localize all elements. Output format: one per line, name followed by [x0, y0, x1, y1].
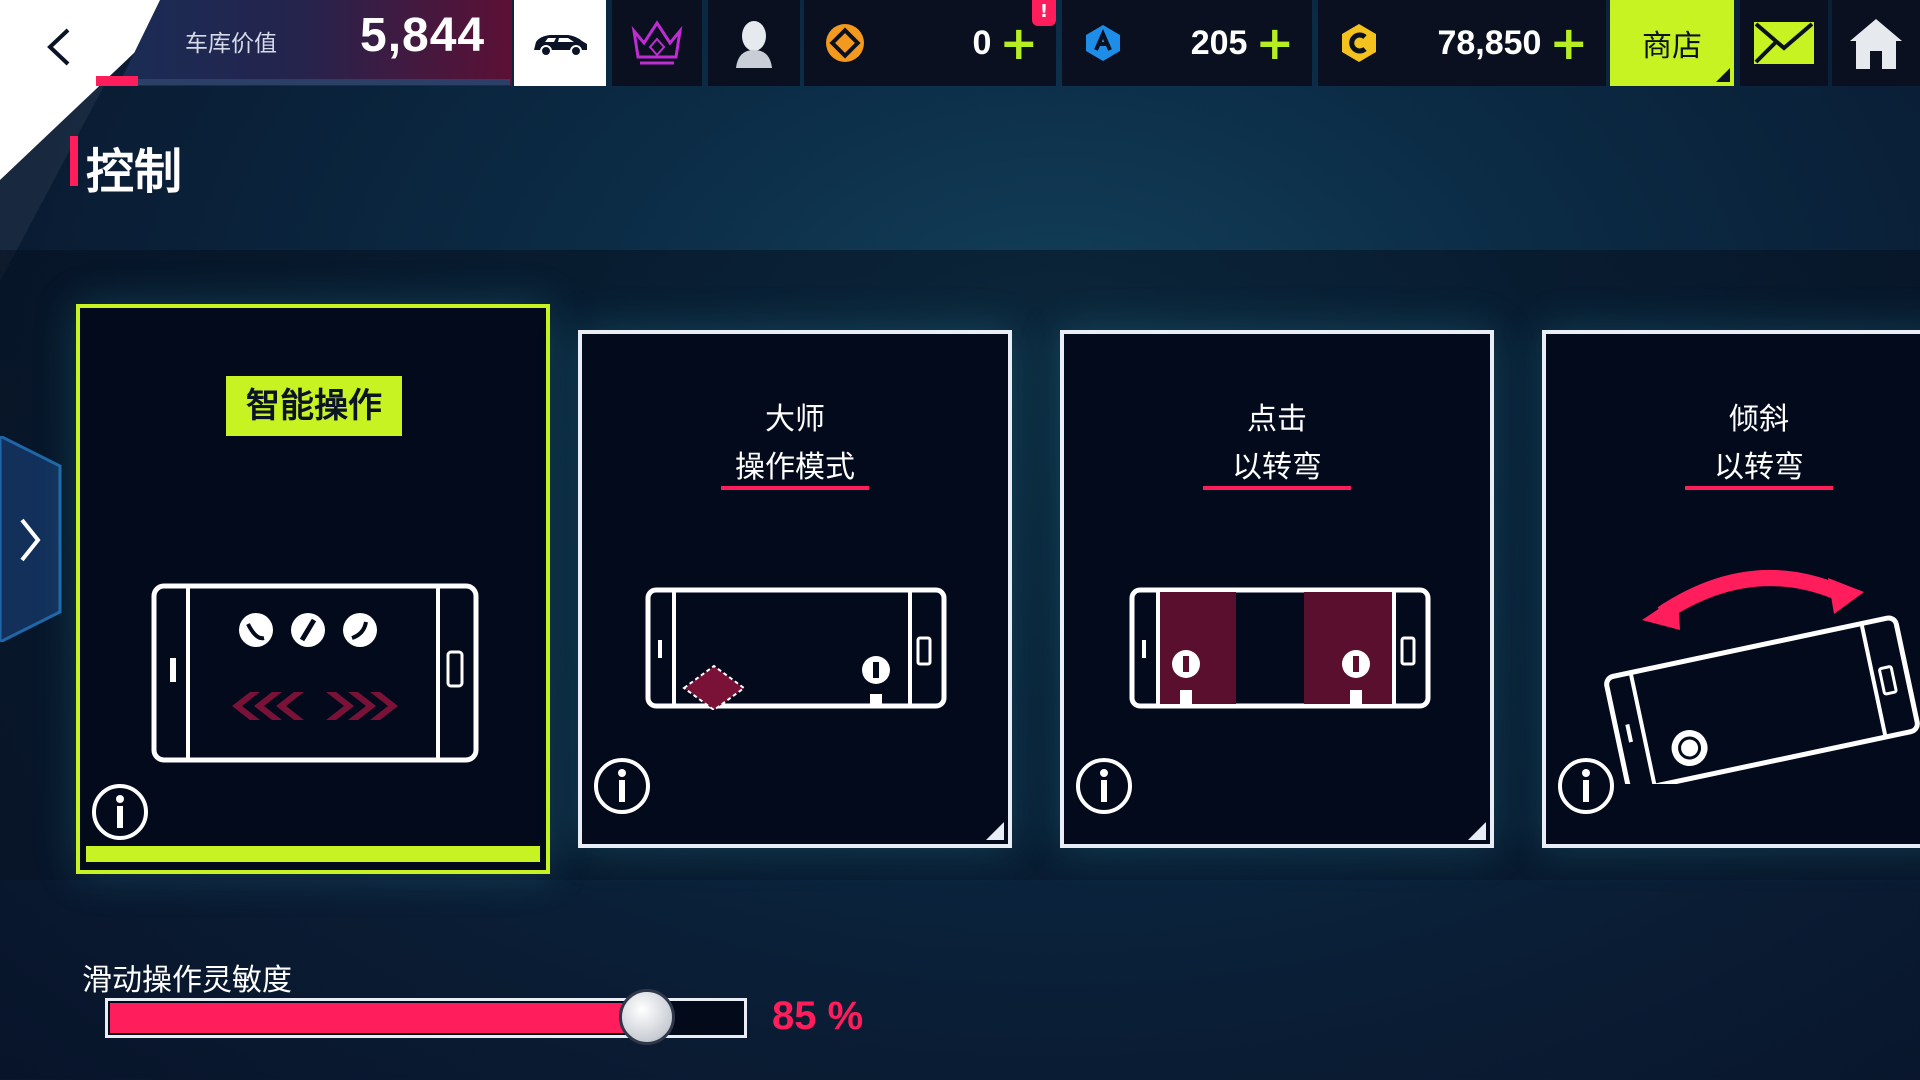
sensitivity-slider[interactable] [105, 989, 747, 1045]
card-title-master: 大师 操作模式 [582, 396, 1008, 492]
mail-button[interactable] [1740, 0, 1828, 86]
currency-pass-token[interactable]: 0 + [804, 0, 1056, 86]
master-controls-phone-icon [645, 587, 947, 710]
car-icon [534, 35, 587, 57]
info-icon[interactable] [1074, 756, 1134, 816]
info-icon[interactable] [1556, 756, 1616, 816]
garage-progress-track [138, 79, 510, 85]
card-corner-marker [1468, 822, 1486, 840]
legend-button[interactable] [612, 0, 702, 86]
tap-steering-phone-icon [1129, 587, 1431, 709]
control-card-smart[interactable]: 智能操作 [76, 304, 550, 874]
selected-indicator [86, 846, 540, 862]
profile-icon [736, 21, 772, 68]
sensitivity-slider-thumb[interactable] [619, 989, 675, 1045]
card-title-underline [1203, 486, 1351, 490]
card-title-tap: 点击 以转弯 [1064, 396, 1490, 492]
sensitivity-label: 滑动操作灵敏度 [82, 963, 292, 998]
card-corner-marker [986, 822, 1004, 840]
crown-icon [631, 20, 683, 65]
card-title-line: 以转弯 [1232, 450, 1322, 485]
alert-badge: ! [1032, 0, 1056, 26]
add-credits-button[interactable]: + [1549, 20, 1588, 66]
info-icon[interactable] [592, 756, 652, 816]
control-card-tap[interactable]: 点击 以转弯 [1060, 330, 1494, 848]
card-title-line: 以转弯 [1714, 450, 1804, 485]
page-title: 控制 [86, 144, 183, 200]
control-card-tilt[interactable]: 倾斜 以转弯 [1542, 330, 1920, 848]
card-title-tilt: 倾斜 以转弯 [1546, 396, 1920, 492]
tilt-steering-phone-icon [1604, 570, 1920, 784]
garage-value: 5,844 [360, 9, 486, 62]
currency-blueprint-token[interactable]: 205 + [1062, 0, 1312, 86]
blueprint-token-value: 205 [1190, 23, 1248, 62]
card-title-underline [1685, 486, 1833, 490]
garage-progress-fill [96, 76, 138, 86]
add-blueprint-token-button[interactable]: + [1255, 20, 1294, 66]
smart-steering-phone-icon [151, 583, 479, 763]
back-button[interactable] [30, 12, 90, 82]
profile-button[interactable] [708, 0, 800, 86]
control-card-master[interactable]: 大师 操作模式 [578, 330, 1012, 848]
prev-section-button[interactable] [0, 436, 64, 642]
home-icon [1850, 19, 1902, 69]
sensitivity-slider-fill [110, 1003, 647, 1033]
add-pass-token-button[interactable]: + [999, 20, 1038, 66]
garage-button[interactable] [514, 0, 606, 86]
credits-icon [1342, 24, 1376, 62]
sensitivity-value: 85 % [772, 994, 864, 1038]
chevron-left-icon [47, 28, 70, 66]
info-icon[interactable] [90, 782, 150, 842]
card-title-smart: 智能操作 [226, 376, 402, 436]
card-title-line: 点击 [1247, 402, 1307, 437]
pass-token-icon [826, 24, 864, 62]
pass-token-value: 0 [972, 23, 992, 62]
card-title-line: 操作模式 [735, 450, 855, 485]
card-title-line: 大师 [765, 402, 825, 437]
shop-label: 商店 [1642, 29, 1702, 64]
blueprint-token-icon [1086, 25, 1120, 61]
mail-icon [1754, 22, 1814, 64]
credits-value: 78,850 [1437, 23, 1542, 62]
garage-value-label: 车库价值 [185, 31, 277, 57]
home-button[interactable] [1832, 0, 1920, 86]
title-accent [70, 136, 78, 186]
currency-credits[interactable]: 78,850 + [1318, 0, 1606, 86]
card-title-line: 倾斜 [1729, 402, 1789, 437]
shop-button[interactable]: 商店 [1610, 0, 1734, 86]
card-title-underline [721, 486, 869, 490]
